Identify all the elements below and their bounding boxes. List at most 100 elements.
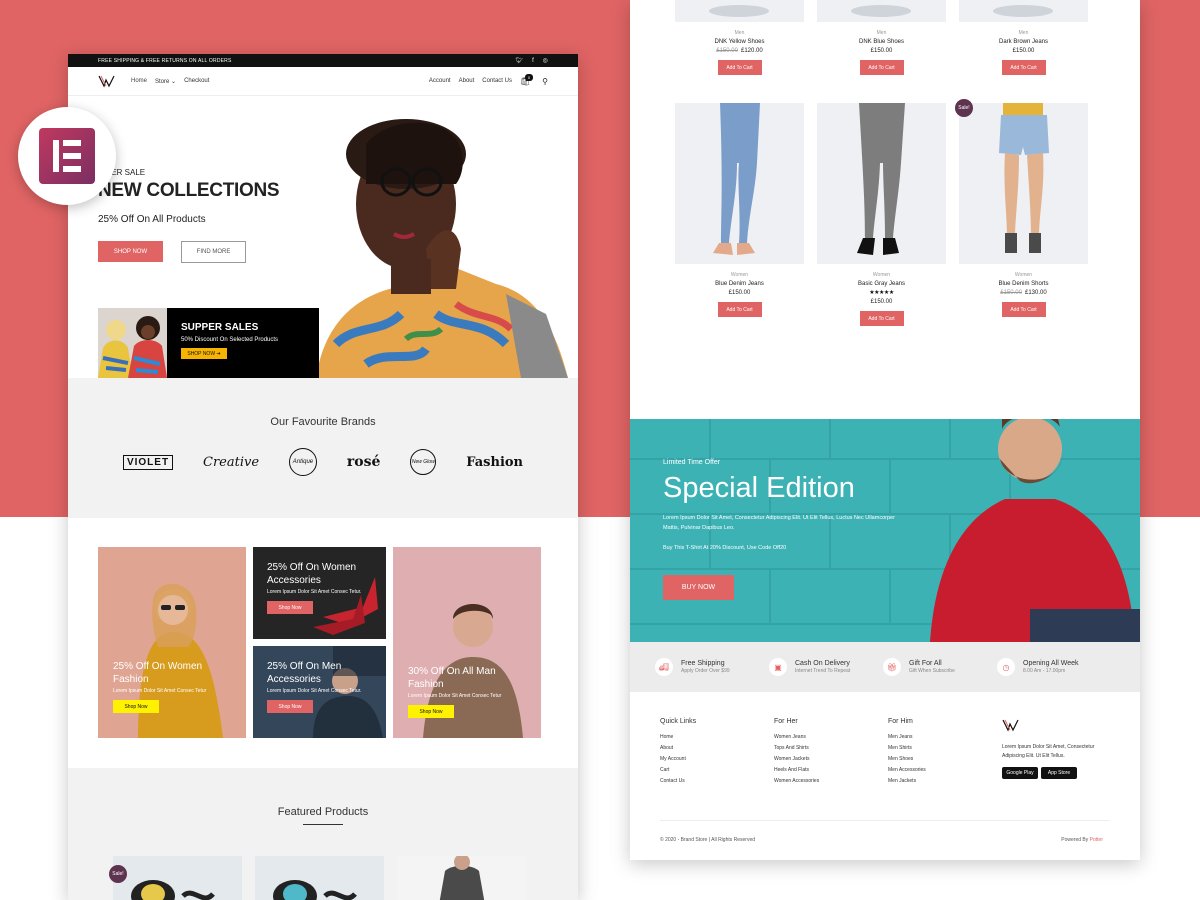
footer-link-about[interactable]: About [660,745,696,751]
shop-now-button[interactable]: SHOP NOW [98,241,163,262]
product-name[interactable]: Blue Denim Jeans [675,281,804,287]
promo-couple-image [98,308,167,378]
featured-product-card[interactable] [113,856,242,900]
buy-now-button[interactable]: BUY NOW [663,575,734,600]
announcement-text: FREE SHIPPING & FREE RETURNS ON ALL ORDE… [98,57,232,64]
elementor-logo-badge [18,107,116,205]
footer-link-account[interactable]: My Account [660,756,696,762]
feature-subtitle: Gift When Subscribe [909,668,955,674]
product-name[interactable]: Blue Denim Shorts [959,281,1088,287]
footer-link[interactable]: Men Jeans [888,734,926,740]
facebook-icon[interactable]: f [532,58,534,64]
app-store-badge[interactable]: App Store [1041,767,1077,779]
shop-now-button[interactable]: Shop Now [408,705,454,718]
category-women-fashion[interactable]: 25% Off On Women Fashion Lorem Ipsum Dol… [98,547,246,738]
brand-logo-violet[interactable]: VIOLET [122,454,174,470]
twitter-icon[interactable]: 🐦︎ [516,58,524,64]
feature-text: Cash On Delivery Internet Trend To Repeat [795,660,850,674]
footer-link-cart[interactable]: Cart [660,767,696,773]
brand-logo-icon[interactable] [1002,718,1020,732]
category-title: 25% Off On Women Fashion [113,661,203,685]
feature-opening-hours: ◷ Opening All Week 8.00 Am - 17.00pm [997,658,1111,676]
cart-count: 0 [524,73,533,81]
sale-badge: Sale! [955,99,973,117]
featured-product-card[interactable] [397,856,526,900]
nav-checkout[interactable]: Checkout [184,78,209,84]
nav-contact[interactable]: Contact Us [482,78,512,84]
product-price: £150.00 [870,48,893,54]
brand-logo-icon[interactable] [98,74,116,88]
category-text: Lorem Ipsum Dolor Sit Amet Consec Tetur. [267,688,362,694]
product-image [959,103,1088,264]
brands-heading: Our Favourite Brands [270,416,376,428]
footer-link[interactable]: Women Jackets [774,756,819,762]
footer-link[interactable]: Men Shirts [888,745,926,751]
nav-account[interactable]: Account [429,78,451,84]
product-name[interactable]: Dark Brown Jeans [959,39,1088,45]
product-card[interactable]: Men DNK Blue Shoes £150.00 Add To Cart [817,0,946,75]
google-play-badge[interactable]: Google Play [1002,767,1038,779]
instagram-icon[interactable]: ◎ [543,58,548,64]
product-card[interactable]: Men DNK Yellow Shoes £150.00 £120.00 Add … [675,0,804,75]
product-category: Men [734,30,745,36]
feature-subtitle: Apply Order Over $99 [681,668,730,674]
brand-logo-fashion[interactable]: Fashion [466,455,523,470]
product-name[interactable]: DNK Blue Shoes [817,39,946,45]
footer-link[interactable]: Women Jeans [774,734,819,740]
powered-by: Powered By Potter [1061,837,1103,843]
category-banners: 25% Off On Women Fashion Lorem Ipsum Dol… [68,518,578,768]
add-to-cart-button[interactable]: Add To Cart [717,60,762,75]
add-to-cart-button[interactable]: Add To Cart [1001,60,1046,75]
footer-link[interactable]: Men Shoes [888,756,926,762]
footer-link[interactable]: Women Accessories [774,778,819,784]
footer-for-her: For Her Women Jeans Tops And Shirts Wome… [774,718,819,789]
search-icon[interactable]: ⚲ [542,77,548,86]
category-title: 25% Off On Men Accessories [267,661,342,685]
footer-link[interactable]: Men Jackets [888,778,926,784]
product-card[interactable]: Women Blue Denim Jeans £150.00 Add To Ca… [675,103,804,317]
add-to-cart-button[interactable]: Add To Cart [1001,302,1046,317]
footer-link-contact[interactable]: Contact Us [660,778,696,784]
product-jacket-image [397,856,526,900]
product-image [675,0,804,22]
brand-logo-new-glow[interactable]: New Glow [410,449,437,475]
cart-icon[interactable]: 🛍︎ 0 [520,73,533,86]
nav-store[interactable]: Store ⌄ [155,78,176,85]
shop-now-button[interactable]: Shop Now [267,700,313,713]
product-name[interactable]: DNK Yellow Shoes [675,39,804,45]
brand-logo-creative[interactable]: Creative [203,455,259,470]
product-card[interactable]: Men Dark Brown Jeans £150.00 Add To Cart [959,0,1088,75]
category-man-fashion[interactable]: 30% Off On All Man Fashion Lorem Ipsum D… [393,547,541,738]
brand-logo-rose[interactable]: rosé [347,454,381,470]
product-card[interactable]: Women Blue Denim Shorts £150.00 £130.00 A… [959,103,1088,317]
shop-now-button[interactable]: Shop Now [267,601,313,614]
nav-home[interactable]: Home [131,78,147,84]
add-to-cart-button[interactable]: Add To Cart [859,311,904,326]
promo-image [98,308,167,378]
current-price: £120.00 [741,48,763,54]
footer-link[interactable]: Tops And Shirts [774,745,819,751]
hero-title: NEW COLLECTIONS [98,180,280,201]
shop-now-button[interactable]: Shop Now [113,700,159,713]
powered-by-link[interactable]: Potter [1090,837,1103,843]
category-men-accessories[interactable]: 25% Off On Men Accessories Lorem Ipsum D… [253,646,386,738]
promo-shop-now-button[interactable]: SHOP NOW ➔ [181,348,227,359]
product-name[interactable]: Basic Gray Jeans [817,281,946,287]
gray-jeans-image [817,103,946,264]
category-women-accessories[interactable]: 25% Off On Women Accessories Lorem Ipsum… [253,547,386,639]
product-shoe-image [255,856,384,900]
footer-link-home[interactable]: Home [660,734,696,740]
footer-link[interactable]: Heels And Flats [774,767,819,773]
product-category: Women [872,272,891,278]
add-to-cart-button[interactable]: Add To Cart [859,60,904,75]
featured-product-card[interactable] [255,856,384,900]
brand-logo-antique[interactable]: Antique [288,448,317,476]
brown-jeans-image [959,0,1088,22]
footer-link[interactable]: Men Accessories [888,767,926,773]
add-to-cart-button[interactable]: Add To Cart [717,302,762,317]
product-card[interactable]: Women Basic Gray Jeans ★★★★★ £150.00 Add… [817,103,946,326]
brand-logos: VIOLET Creative Antique rosé New Glow Fa… [68,448,578,476]
footer-quick-links: Quick Links Home About My Account Cart C… [660,718,696,789]
find-more-button[interactable]: FIND MORE [181,241,246,263]
nav-about[interactable]: About [459,78,475,84]
